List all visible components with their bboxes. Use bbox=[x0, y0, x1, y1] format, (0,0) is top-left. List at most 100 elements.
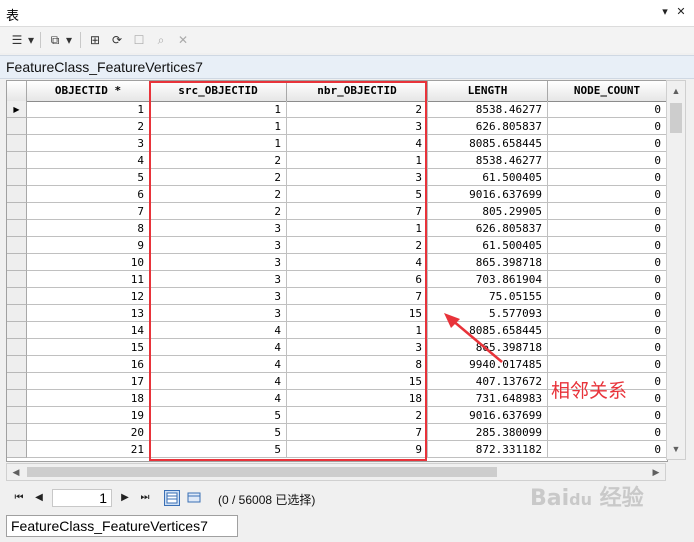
table-cell-length[interactable]: 703.861904 bbox=[428, 271, 548, 288]
table-cell-src-objectid[interactable]: 1 bbox=[150, 101, 287, 118]
table-cell-src-objectid[interactable]: 1 bbox=[150, 135, 287, 152]
table-cell-objectid[interactable]: 14 bbox=[27, 322, 150, 339]
table-cell-src-objectid[interactable]: 3 bbox=[150, 271, 287, 288]
table-cell-node-count[interactable]: 0 bbox=[548, 288, 667, 305]
table-cell-nbr-objectid[interactable]: 15 bbox=[287, 373, 428, 390]
table-row[interactable]: 4 2 1 8538.46277 0 bbox=[7, 152, 667, 169]
row-selector[interactable] bbox=[7, 237, 27, 254]
table-cell-objectid[interactable]: 10 bbox=[27, 254, 150, 271]
table-cell-src-objectid[interactable]: 4 bbox=[150, 339, 287, 356]
row-selector[interactable] bbox=[7, 424, 27, 441]
table-row[interactable]: 19 5 2 9016.637699 0 bbox=[7, 407, 667, 424]
table-cell-node-count[interactable]: 0 bbox=[548, 237, 667, 254]
table-row[interactable]: 9 3 2 61.500405 0 bbox=[7, 237, 667, 254]
row-selector[interactable] bbox=[7, 356, 27, 373]
table-cell-objectid[interactable]: 5 bbox=[27, 169, 150, 186]
table-cell-nbr-objectid[interactable]: 1 bbox=[287, 220, 428, 237]
row-selector[interactable] bbox=[7, 407, 27, 424]
table-cell-node-count[interactable]: 0 bbox=[548, 152, 667, 169]
scroll-left-icon[interactable]: ◀ bbox=[7, 464, 25, 480]
clear-selection-icon[interactable]: ☐ bbox=[130, 31, 148, 49]
window-menu-icon[interactable]: ▾ bbox=[658, 5, 672, 19]
table-cell-objectid[interactable]: 12 bbox=[27, 288, 150, 305]
table-cell-length[interactable]: 8538.46277 bbox=[428, 101, 548, 118]
table-cell-nbr-objectid[interactable]: 7 bbox=[287, 424, 428, 441]
table-cell-src-objectid[interactable]: 4 bbox=[150, 373, 287, 390]
table-cell-objectid[interactable]: 20 bbox=[27, 424, 150, 441]
table-cell-src-objectid[interactable]: 4 bbox=[150, 322, 287, 339]
table-cell-length[interactable]: 9016.637699 bbox=[428, 407, 548, 424]
last-record-icon[interactable]: ⏭ bbox=[138, 491, 152, 505]
table-cell-src-objectid[interactable]: 3 bbox=[150, 305, 287, 322]
table-row[interactable]: 5 2 3 61.500405 0 bbox=[7, 169, 667, 186]
table-cell-node-count[interactable]: 0 bbox=[548, 322, 667, 339]
table-row[interactable]: 7 2 7 805.29905 0 bbox=[7, 203, 667, 220]
table-cell-nbr-objectid[interactable]: 7 bbox=[287, 203, 428, 220]
table-cell-objectid[interactable]: 16 bbox=[27, 356, 150, 373]
table-row[interactable]: 13 3 15 5.577093 0 bbox=[7, 305, 667, 322]
column-header-objectid[interactable]: OBJECTID * bbox=[27, 81, 150, 101]
tab-featureclass[interactable]: FeatureClass_FeatureVertices7 bbox=[6, 515, 238, 537]
table-row[interactable]: 10 3 4 865.398718 0 bbox=[7, 254, 667, 271]
record-number-input[interactable]: 1 bbox=[52, 489, 112, 507]
table-cell-length[interactable]: 626.805837 bbox=[428, 220, 548, 237]
horizontal-scrollbar[interactable]: ◀ ▶ bbox=[6, 463, 666, 481]
table-cell-objectid[interactable]: 17 bbox=[27, 373, 150, 390]
table-cell-src-objectid[interactable]: 3 bbox=[150, 220, 287, 237]
chevron-down-icon[interactable]: ▾ bbox=[64, 31, 74, 49]
table-cell-length[interactable]: 407.137672 bbox=[428, 373, 548, 390]
table-cell-nbr-objectid[interactable]: 1 bbox=[287, 152, 428, 169]
table-cell-objectid[interactable]: 1 bbox=[27, 101, 150, 118]
table-cell-node-count[interactable]: 0 bbox=[548, 356, 667, 373]
table-cell-src-objectid[interactable]: 2 bbox=[150, 203, 287, 220]
switch-selection-icon[interactable]: ⟳ bbox=[108, 31, 126, 49]
row-selector[interactable] bbox=[7, 135, 27, 152]
column-header-nbr-objectid[interactable]: nbr_OBJECTID bbox=[287, 81, 428, 101]
column-header-src-objectid[interactable]: src_OBJECTID bbox=[150, 81, 287, 101]
table-row[interactable]: 8 3 1 626.805837 0 bbox=[7, 220, 667, 237]
table-cell-objectid[interactable]: 2 bbox=[27, 118, 150, 135]
table-row[interactable]: 20 5 7 285.380099 0 bbox=[7, 424, 667, 441]
row-selector[interactable] bbox=[7, 169, 27, 186]
next-record-icon[interactable]: ▶ bbox=[118, 491, 132, 505]
table-cell-nbr-objectid[interactable]: 2 bbox=[287, 407, 428, 424]
table-cell-length[interactable]: 865.398718 bbox=[428, 339, 548, 356]
table-cell-node-count[interactable]: 0 bbox=[548, 305, 667, 322]
row-selector[interactable] bbox=[7, 322, 27, 339]
table-cell-objectid[interactable]: 13 bbox=[27, 305, 150, 322]
close-icon[interactable]: ✕ bbox=[674, 5, 688, 19]
table-row[interactable]: ▶ 1 1 2 8538.46277 0 bbox=[7, 101, 667, 118]
table-cell-nbr-objectid[interactable]: 9 bbox=[287, 441, 428, 458]
previous-record-icon[interactable]: ◀ bbox=[32, 491, 46, 505]
table-cell-node-count[interactable]: 0 bbox=[548, 407, 667, 424]
table-cell-objectid[interactable]: 3 bbox=[27, 135, 150, 152]
show-all-records-icon[interactable] bbox=[164, 490, 180, 506]
table-cell-length[interactable]: 285.380099 bbox=[428, 424, 548, 441]
table-cell-nbr-objectid[interactable]: 1 bbox=[287, 322, 428, 339]
row-selector[interactable] bbox=[7, 373, 27, 390]
table-cell-length[interactable]: 731.648983 bbox=[428, 390, 548, 407]
table-cell-objectid[interactable]: 21 bbox=[27, 441, 150, 458]
zoom-to-selected-icon[interactable]: ⌕ bbox=[152, 31, 170, 49]
table-row[interactable]: 2 1 3 626.805837 0 bbox=[7, 118, 667, 135]
vertical-scrollbar[interactable]: ▲ ▼ bbox=[666, 80, 686, 460]
table-cell-src-objectid[interactable]: 3 bbox=[150, 288, 287, 305]
table-row[interactable]: 3 1 4 8085.658445 0 bbox=[7, 135, 667, 152]
table-cell-nbr-objectid[interactable]: 15 bbox=[287, 305, 428, 322]
table-cell-length[interactable]: 9016.637699 bbox=[428, 186, 548, 203]
chevron-down-icon[interactable]: ▾ bbox=[26, 31, 36, 49]
table-cell-length[interactable]: 8538.46277 bbox=[428, 152, 548, 169]
table-cell-node-count[interactable]: 0 bbox=[548, 339, 667, 356]
table-cell-src-objectid[interactable]: 4 bbox=[150, 390, 287, 407]
table-cell-length[interactable]: 5.577093 bbox=[428, 305, 548, 322]
table-cell-objectid[interactable]: 8 bbox=[27, 220, 150, 237]
related-tables-icon[interactable]: ⧉ bbox=[46, 31, 64, 49]
table-cell-nbr-objectid[interactable]: 8 bbox=[287, 356, 428, 373]
show-selected-records-icon[interactable] bbox=[186, 490, 202, 506]
table-cell-length[interactable]: 865.398718 bbox=[428, 254, 548, 271]
row-selector[interactable] bbox=[7, 254, 27, 271]
table-cell-length[interactable]: 626.805837 bbox=[428, 118, 548, 135]
scroll-up-icon[interactable]: ▲ bbox=[667, 83, 685, 99]
select-by-attributes-icon[interactable]: ⊞ bbox=[86, 31, 104, 49]
table-cell-node-count[interactable]: 0 bbox=[548, 101, 667, 118]
